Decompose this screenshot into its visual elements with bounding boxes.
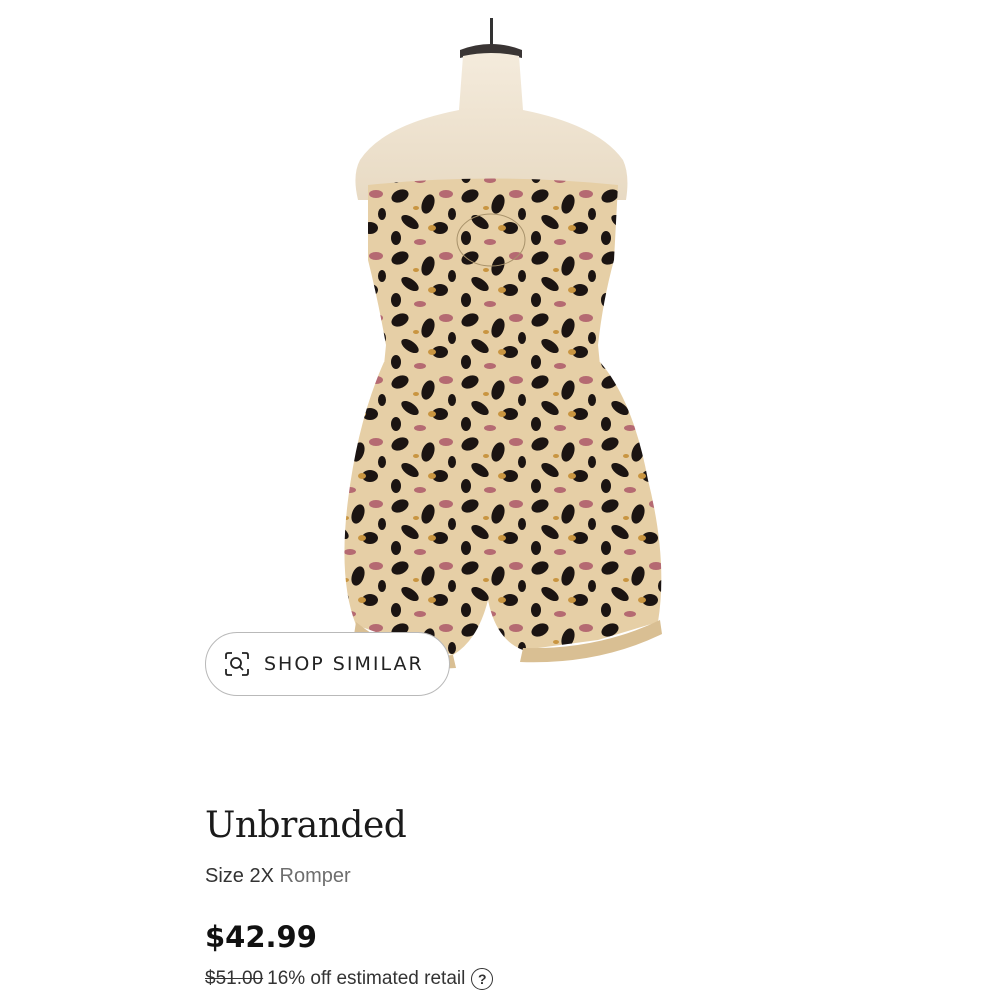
product-listing-page: SHOP SIMILAR Unbranded Size 2X Romper $4… (0, 0, 1000, 1000)
product-card (178, 0, 823, 1000)
brand-name: Unbranded (205, 805, 407, 846)
size-text: Size 2X (205, 865, 274, 887)
size-category-line: Size 2X Romper (205, 865, 351, 888)
help-icon[interactable]: ? (471, 968, 494, 990)
category-text: Romper (279, 865, 351, 887)
original-price: $51.00 (205, 968, 264, 989)
retail-line: $51.00 16% off estimated retail ? (205, 968, 494, 990)
shop-similar-button[interactable]: SHOP SIMILAR (205, 632, 450, 696)
visual-search-icon (224, 651, 250, 677)
shop-similar-label: SHOP SIMILAR (264, 653, 424, 675)
current-price: $42.99 (205, 920, 317, 954)
discount-text: 16% off estimated retail (267, 968, 466, 989)
